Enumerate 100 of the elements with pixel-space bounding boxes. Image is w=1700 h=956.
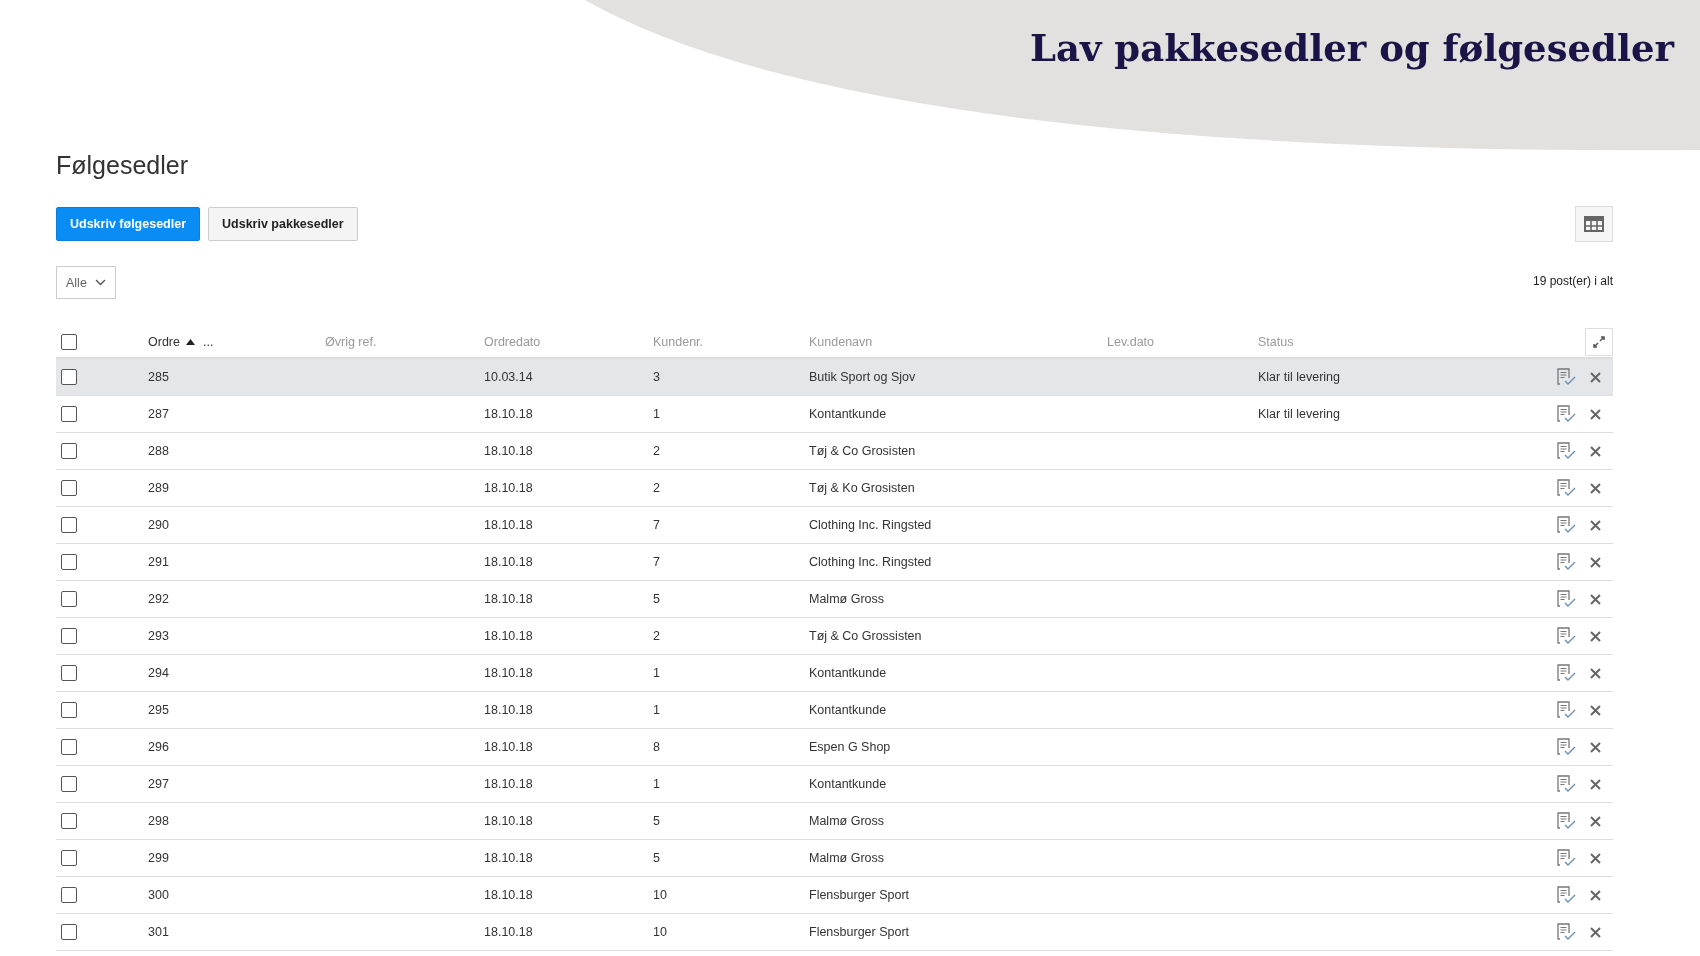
print-button[interactable]: Udskriv pakkesedler (208, 207, 358, 241)
table-cell: 289 (148, 481, 169, 495)
table-cell: Butik Sport og Sjov (809, 370, 916, 384)
table-cell: 294 (148, 666, 169, 680)
table-cell: 10.03.14 (484, 370, 533, 384)
checklist-icon[interactable] (1557, 405, 1576, 423)
chevron-down-icon (95, 279, 106, 286)
table-cell: 1 (653, 666, 660, 680)
row-checkbox[interactable] (61, 850, 77, 866)
table-cell: 18.10.18 (484, 777, 533, 791)
checklist-icon[interactable] (1557, 627, 1576, 645)
close-icon[interactable] (1590, 889, 1601, 901)
row-checkbox[interactable] (61, 480, 77, 496)
checklist-icon[interactable] (1557, 664, 1576, 682)
close-icon[interactable] (1590, 778, 1601, 790)
table-cell: 1 (653, 777, 660, 791)
checklist-icon[interactable] (1557, 886, 1576, 904)
table-row[interactable]: 293 18.10.18 2 Tøj & Co Grossisten (56, 618, 1613, 655)
table-cell: 296 (148, 740, 169, 754)
close-icon[interactable] (1590, 815, 1601, 827)
row-checkbox[interactable] (61, 406, 77, 422)
table-row[interactable]: 300 18.10.18 10 Flensburger Sport (56, 877, 1613, 914)
row-checkbox[interactable] (61, 702, 77, 718)
close-icon[interactable] (1590, 667, 1601, 679)
table-row[interactable]: 290 18.10.18 7 Clothing Inc. Ringsted (56, 507, 1613, 544)
row-checkbox[interactable] (61, 924, 77, 940)
checklist-icon[interactable] (1557, 849, 1576, 867)
checklist-icon[interactable] (1557, 368, 1576, 386)
close-icon[interactable] (1590, 445, 1601, 457)
close-icon[interactable] (1590, 926, 1601, 938)
table-cell: 18.10.18 (484, 740, 533, 754)
table-cell: Malmø Gross (809, 851, 884, 865)
table-cell: 288 (148, 444, 169, 458)
row-checkbox[interactable] (61, 443, 77, 459)
close-icon[interactable] (1590, 704, 1601, 716)
table-row[interactable]: 289 18.10.18 2 Tøj & Ko Grosisten (56, 470, 1613, 507)
checklist-icon[interactable] (1557, 775, 1576, 793)
checklist-icon[interactable] (1557, 923, 1576, 941)
table-cell: 10 (653, 888, 667, 902)
close-icon[interactable] (1590, 741, 1601, 753)
table-cell: 5 (653, 851, 660, 865)
checklist-icon[interactable] (1557, 442, 1576, 460)
table-row[interactable]: 295 18.10.18 1 Kontantkunde (56, 692, 1613, 729)
table-cell: 1 (653, 703, 660, 717)
close-icon[interactable] (1590, 408, 1601, 420)
row-checkbox[interactable] (61, 591, 77, 607)
close-icon[interactable] (1590, 519, 1601, 531)
close-icon[interactable] (1590, 482, 1601, 494)
table-cell: 291 (148, 555, 169, 569)
row-checkbox[interactable] (61, 369, 77, 385)
row-checkbox[interactable] (61, 554, 77, 570)
checklist-icon[interactable] (1557, 701, 1576, 719)
close-icon[interactable] (1590, 593, 1601, 605)
row-checkbox[interactable] (61, 887, 77, 903)
table-cell: Malmø Gross (809, 814, 884, 828)
table-cell: 287 (148, 407, 169, 421)
table-cell: Kontantkunde (809, 777, 887, 791)
filter-dropdown[interactable]: Alle (56, 266, 116, 299)
row-checkbox[interactable] (61, 628, 77, 644)
table-view-button[interactable] (1575, 206, 1613, 242)
checklist-icon[interactable] (1557, 812, 1576, 830)
checklist-icon[interactable] (1557, 553, 1576, 571)
checklist-icon[interactable] (1557, 738, 1576, 756)
row-checkbox[interactable] (61, 517, 77, 533)
checklist-icon[interactable] (1557, 516, 1576, 534)
table-cell: Tøj & Ko Grosisten (809, 481, 915, 495)
table-row[interactable]: 297 18.10.18 1 Kontantkunde (56, 766, 1613, 803)
table-row[interactable]: 288 18.10.18 2 Tøj & Co Grosisten (56, 433, 1613, 470)
record-count: 19 post(er) i alt (1532, 274, 1613, 288)
table-cell: 2 (653, 629, 660, 643)
expand-button[interactable] (1585, 328, 1613, 356)
table-row[interactable]: 287 18.10.18 1 Kontantkunde Klar til levering (56, 396, 1613, 433)
row-checkbox[interactable] (61, 776, 77, 792)
table-cell: 18.10.18 (484, 481, 533, 495)
table-cell: 295 (148, 703, 169, 717)
column-header[interactable]: Ordre (148, 335, 180, 349)
table-cell: 18.10.18 (484, 407, 533, 421)
close-icon[interactable] (1590, 371, 1601, 383)
table-row[interactable]: 298 18.10.18 5 Malmø Gross (56, 803, 1613, 840)
page-heading: Følgesedler (56, 150, 189, 180)
table-cell: 18.10.18 (484, 555, 533, 569)
select-all-checkbox[interactable] (61, 334, 77, 350)
checklist-icon[interactable] (1557, 590, 1576, 608)
close-icon[interactable] (1590, 556, 1601, 568)
table-cell: 290 (148, 518, 169, 532)
table-row[interactable]: 296 18.10.18 8 Espen G Shop (56, 729, 1613, 766)
table-row[interactable]: 299 18.10.18 5 Malmø Gross (56, 840, 1613, 877)
row-checkbox[interactable] (61, 665, 77, 681)
row-checkbox[interactable] (61, 739, 77, 755)
table-row[interactable]: 301 18.10.18 10 Flensburger Sport (56, 914, 1613, 951)
table-row[interactable]: 292 18.10.18 5 Malmø Gross (56, 581, 1613, 618)
table-row[interactable]: 285 10.03.14 3 Butik Sport og Sjov Klar til levering (56, 359, 1613, 396)
table-row[interactable]: 291 18.10.18 7 Clothing Inc. Ringsted (56, 544, 1613, 581)
close-icon[interactable] (1590, 852, 1601, 864)
row-checkbox[interactable] (61, 813, 77, 829)
table-row[interactable]: 294 18.10.18 1 Kontantkunde (56, 655, 1613, 692)
checklist-icon[interactable] (1557, 479, 1576, 497)
close-icon[interactable] (1590, 630, 1601, 642)
table-cell: Klar til levering (1258, 407, 1340, 421)
table-cell: 18.10.18 (484, 703, 533, 717)
